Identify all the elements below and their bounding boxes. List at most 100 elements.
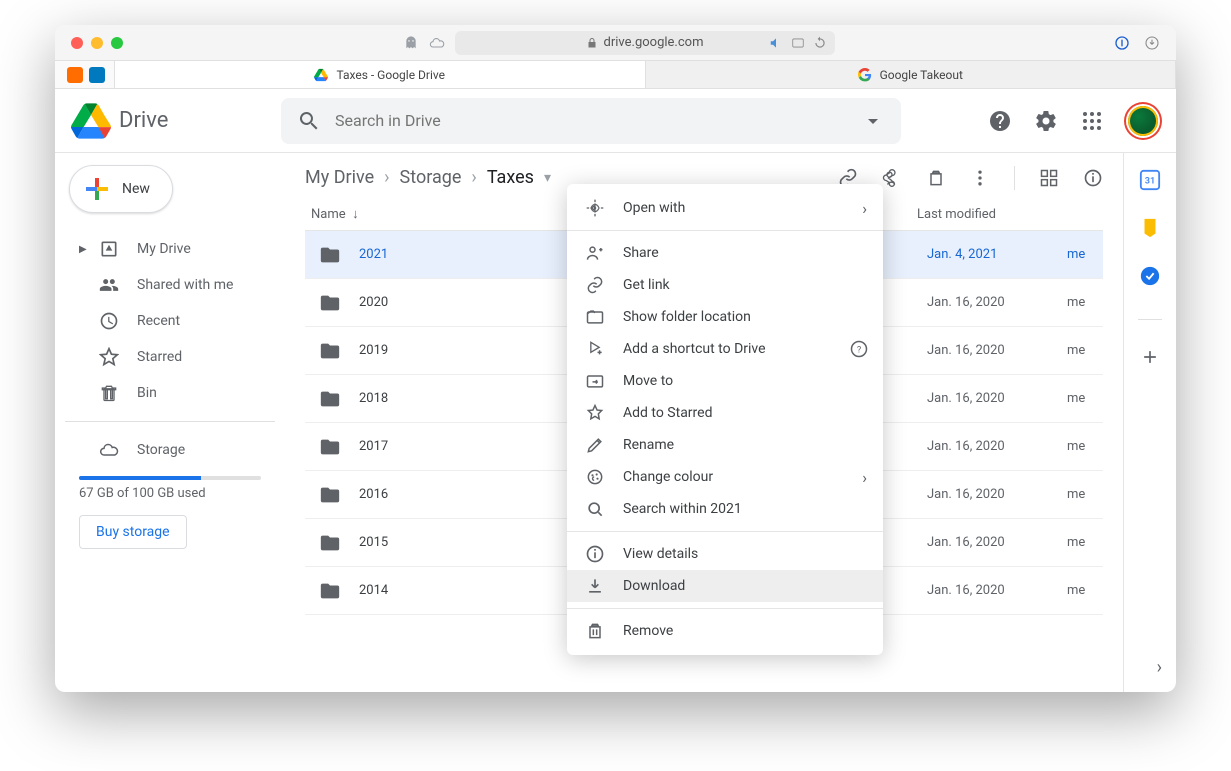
keep-addon[interactable] bbox=[1139, 217, 1161, 239]
grid-view-icon[interactable] bbox=[1039, 168, 1059, 188]
expand-icon[interactable]: ▶ bbox=[79, 244, 89, 255]
more-icon[interactable] bbox=[970, 168, 990, 188]
ctx-label: Add a shortcut to Drive bbox=[623, 341, 766, 357]
ghost-icon[interactable] bbox=[403, 35, 419, 51]
help-icon[interactable] bbox=[988, 109, 1012, 133]
trash-icon[interactable] bbox=[926, 168, 946, 188]
ctx-share[interactable]: Share bbox=[567, 237, 883, 269]
add-shortcut-icon bbox=[585, 339, 605, 359]
nav-my-drive[interactable]: ▶ My Drive bbox=[65, 231, 275, 267]
tasks-addon[interactable] bbox=[1139, 265, 1161, 287]
row-date: Jan. 16, 2020 bbox=[927, 295, 1067, 310]
nav-bin[interactable]: Bin bbox=[65, 375, 275, 411]
cloud-icon[interactable] bbox=[429, 35, 445, 51]
nav-label: Starred bbox=[137, 349, 182, 365]
row-owner: me bbox=[1067, 535, 1103, 550]
ctx-label: Show folder location bbox=[623, 309, 751, 325]
ctx-rename[interactable]: Rename bbox=[567, 429, 883, 461]
folder-icon bbox=[319, 244, 341, 266]
calendar-addon[interactable]: 31 bbox=[1139, 169, 1161, 191]
tab-bar: Taxes - Google Drive Google Takeout bbox=[55, 61, 1176, 89]
ctx-open-with[interactable]: Open with› bbox=[567, 192, 883, 224]
ctx-download[interactable]: Download bbox=[567, 570, 883, 602]
share-icon[interactable] bbox=[882, 168, 902, 188]
search-options-icon[interactable] bbox=[861, 109, 885, 133]
ctx-change-colour[interactable]: Change colour › bbox=[567, 461, 883, 493]
add-starred-icon bbox=[585, 403, 605, 423]
nav-recent[interactable]: Recent bbox=[65, 303, 275, 339]
sound-icon[interactable] bbox=[769, 36, 783, 50]
shared-icon bbox=[99, 275, 119, 295]
settings-icon[interactable] bbox=[1034, 109, 1058, 133]
onepassword-icon[interactable] bbox=[1114, 35, 1130, 51]
url-bar[interactable]: drive.google.com bbox=[455, 31, 835, 55]
translate-icon[interactable] bbox=[791, 36, 805, 50]
downloads-icon[interactable] bbox=[1144, 35, 1160, 51]
ctx-label: Download bbox=[623, 578, 685, 594]
apps-icon[interactable] bbox=[1080, 109, 1104, 133]
row-owner: me bbox=[1067, 247, 1103, 262]
url-text: drive.google.com bbox=[604, 35, 704, 50]
ctx-view-details[interactable]: View details bbox=[567, 538, 883, 570]
tab-label: Google Takeout bbox=[880, 68, 963, 82]
chevron-right-icon: › bbox=[862, 468, 867, 487]
sidebar: New ▶ My Drive Shared with me Recent Sta bbox=[55, 153, 285, 692]
nav-storage[interactable]: Storage bbox=[65, 432, 275, 468]
ctx-move-to[interactable]: Move to bbox=[567, 365, 883, 397]
ctx-remove[interactable]: Remove bbox=[567, 615, 883, 647]
ctx-show-location[interactable]: Show folder location bbox=[567, 301, 883, 333]
search-bar[interactable] bbox=[281, 98, 901, 144]
folder-icon bbox=[319, 388, 341, 410]
browser-tab-takeout[interactable]: Google Takeout bbox=[646, 61, 1177, 88]
folder-icon bbox=[319, 484, 341, 506]
cloud-icon bbox=[99, 440, 119, 460]
breadcrumb-current[interactable]: Taxes bbox=[487, 167, 534, 188]
drive-logo[interactable]: Drive bbox=[71, 103, 271, 139]
breadcrumb-item[interactable]: My Drive bbox=[305, 167, 374, 188]
window-controls bbox=[71, 37, 123, 49]
sort-arrow-icon[interactable]: ↓ bbox=[352, 207, 359, 222]
nav-shared[interactable]: Shared with me bbox=[65, 267, 275, 303]
nav-label: Shared with me bbox=[137, 277, 233, 293]
maximize-window-button[interactable] bbox=[111, 37, 123, 49]
close-window-button[interactable] bbox=[71, 37, 83, 49]
row-owner: me bbox=[1067, 439, 1103, 454]
help-icon[interactable]: ? bbox=[849, 339, 869, 359]
ctx-label: Change colour bbox=[623, 469, 713, 485]
chevron-right-icon: › bbox=[471, 167, 476, 188]
row-owner: me bbox=[1067, 583, 1103, 598]
ctx-get-link[interactable]: Get link bbox=[567, 269, 883, 301]
breadcrumb-item[interactable]: Storage bbox=[400, 167, 462, 188]
change-colour-icon bbox=[585, 467, 605, 487]
info-icon[interactable] bbox=[1083, 168, 1103, 188]
ctx-label: Add to Starred bbox=[623, 405, 712, 421]
nav-label: Recent bbox=[137, 313, 180, 329]
minimize-window-button[interactable] bbox=[91, 37, 103, 49]
nav-starred[interactable]: Starred bbox=[65, 339, 275, 375]
bin-icon bbox=[99, 383, 119, 403]
browser-tab-drive[interactable]: Taxes - Google Drive bbox=[115, 61, 646, 88]
row-date: Jan. 16, 2020 bbox=[927, 583, 1067, 598]
ctx-add-shortcut[interactable]: Add a shortcut to Drive? bbox=[567, 333, 883, 365]
add-addon[interactable] bbox=[1139, 346, 1161, 368]
col-modified[interactable]: Last modified bbox=[917, 207, 1097, 222]
search-input[interactable] bbox=[335, 111, 847, 130]
get-link-icon bbox=[585, 275, 605, 295]
bookmark-1[interactable] bbox=[67, 67, 83, 83]
chevron-down-icon[interactable]: ▾ bbox=[544, 170, 551, 186]
collapse-rail-icon[interactable]: › bbox=[1157, 657, 1162, 678]
account-avatar[interactable] bbox=[1126, 104, 1160, 138]
new-button[interactable]: New bbox=[69, 165, 173, 213]
drive-logo-icon bbox=[71, 103, 111, 139]
bookmark-2[interactable] bbox=[89, 67, 105, 83]
svg-text:?: ? bbox=[857, 345, 861, 355]
ctx-add-starred[interactable]: Add to Starred bbox=[567, 397, 883, 429]
buy-storage-button[interactable]: Buy storage bbox=[79, 515, 187, 549]
ctx-search-within[interactable]: Search within 2021 bbox=[567, 493, 883, 525]
reload-icon[interactable] bbox=[813, 36, 827, 50]
plus-icon bbox=[84, 176, 110, 202]
download-icon bbox=[585, 576, 605, 596]
chevron-right-icon: › bbox=[384, 167, 389, 188]
folder-icon bbox=[319, 532, 341, 554]
new-button-label: New bbox=[122, 181, 150, 197]
